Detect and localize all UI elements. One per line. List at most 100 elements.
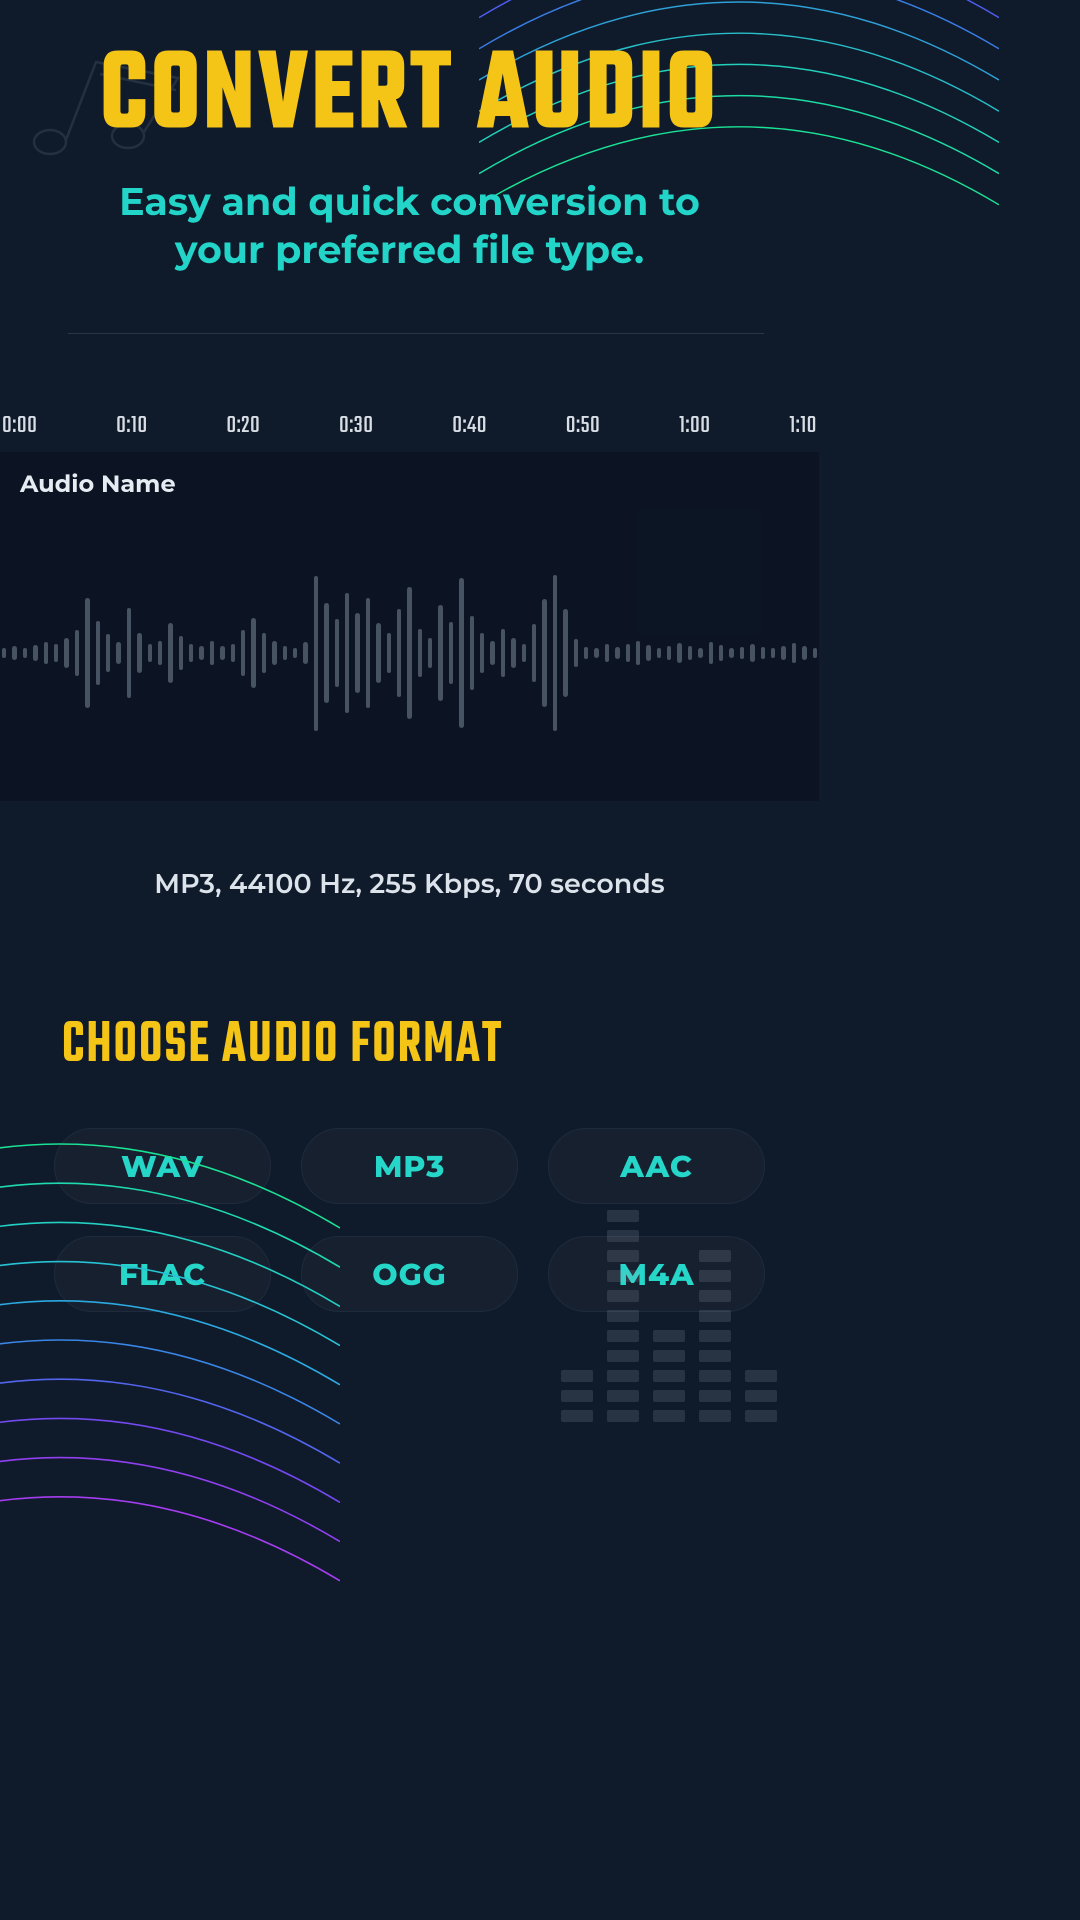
format-label: OGG bbox=[372, 1256, 447, 1293]
waveform-bar bbox=[740, 647, 744, 659]
timeline-tick: 0:00 bbox=[2, 408, 37, 440]
page-subtitle: Easy and quick conversion to your prefer… bbox=[90, 178, 730, 273]
waveform-bar bbox=[106, 634, 110, 672]
format-label: MP3 bbox=[374, 1148, 445, 1185]
waveform-bar bbox=[407, 587, 411, 719]
waveform-bar bbox=[2, 648, 6, 658]
waveform-bar bbox=[501, 629, 505, 677]
waveform-bar bbox=[553, 575, 557, 731]
timeline-tick: 0:40 bbox=[452, 408, 487, 440]
waveform-bar bbox=[189, 644, 193, 662]
waveform-bar bbox=[792, 643, 796, 663]
waveform-bar bbox=[480, 633, 484, 673]
format-option-aac[interactable]: AAC bbox=[548, 1128, 765, 1204]
divider bbox=[68, 333, 764, 334]
waveform-bar bbox=[677, 643, 681, 663]
format-option-wav[interactable]: WAV bbox=[54, 1128, 271, 1204]
waveform-bar bbox=[438, 605, 442, 701]
waveform-bar bbox=[646, 645, 650, 661]
waveform-bar bbox=[116, 642, 120, 664]
waveform-bar bbox=[511, 638, 515, 668]
waveform-bar bbox=[397, 609, 401, 697]
waveform-bar bbox=[761, 647, 765, 659]
waveform-bar bbox=[220, 646, 224, 660]
waveform-bar bbox=[667, 646, 671, 660]
waveform-bar bbox=[532, 624, 536, 682]
waveform-bar bbox=[594, 648, 598, 658]
waveform-bar bbox=[574, 639, 578, 667]
waveform-bar bbox=[283, 646, 287, 660]
waveform-bar bbox=[387, 633, 391, 673]
timeline-tick: 0:10 bbox=[116, 408, 148, 440]
equalizer-decoration bbox=[561, 1210, 777, 1422]
waveform-bar bbox=[626, 644, 630, 662]
waveform-bar bbox=[522, 644, 526, 662]
waveform-bar bbox=[75, 630, 79, 676]
waveform-bar bbox=[729, 648, 733, 658]
waveform-bar bbox=[96, 621, 100, 685]
page-title: CONVERT AUDIO bbox=[100, 45, 719, 153]
waveform-bar bbox=[137, 633, 141, 673]
audio-meta-text: MP3, 44100 Hz, 255 Kbps, 70 seconds bbox=[0, 867, 819, 900]
format-label: FLAC bbox=[119, 1256, 206, 1293]
waveform-bar bbox=[241, 630, 245, 676]
waveform-bar bbox=[605, 644, 609, 662]
waveform-bar bbox=[449, 622, 453, 684]
waveform-bar bbox=[12, 646, 16, 660]
waveform-bar bbox=[23, 648, 27, 658]
waveform-bar bbox=[584, 647, 588, 659]
waveform-bar bbox=[158, 641, 162, 665]
waveform-bar bbox=[563, 609, 567, 697]
waveform-bar bbox=[179, 636, 183, 670]
waveform-bar bbox=[615, 647, 619, 659]
waveform-bar bbox=[355, 613, 359, 693]
waveform-bar bbox=[64, 638, 68, 668]
format-section-heading: CHOOSE AUDIO FORMAT bbox=[62, 1001, 819, 1091]
waveform-bar bbox=[314, 576, 318, 731]
waveform-bar bbox=[33, 645, 37, 661]
waveform-bar bbox=[210, 641, 214, 665]
timeline-tick: 0:20 bbox=[226, 408, 260, 440]
waveform-bar bbox=[688, 646, 692, 660]
waveform-bar bbox=[44, 642, 48, 664]
waveform-bar bbox=[636, 641, 640, 665]
waveform[interactable] bbox=[0, 543, 819, 763]
waveform-bar bbox=[366, 598, 370, 708]
waveform-bar bbox=[418, 629, 422, 677]
waveform-bar bbox=[470, 616, 474, 690]
waveform-bar bbox=[127, 608, 131, 698]
timeline-ruler[interactable]: 0:00 0:10 0:20 0:30 0:40 0:50 1:00 1:10 bbox=[0, 408, 819, 440]
timeline-tick: 1:00 bbox=[679, 408, 711, 440]
waveform-bar bbox=[459, 578, 463, 728]
waveform-bar bbox=[148, 644, 152, 662]
waveform-bar bbox=[335, 619, 339, 687]
waveform-bar bbox=[698, 648, 702, 658]
waveform-bar bbox=[802, 646, 806, 660]
waveform-bar bbox=[657, 648, 661, 658]
waveform-bar bbox=[293, 648, 297, 658]
waveform-bar bbox=[709, 642, 713, 664]
waveform-bar bbox=[199, 646, 203, 660]
waveform-bar bbox=[542, 599, 546, 707]
audio-track-card: Audio Name bbox=[0, 452, 819, 801]
audio-name-label: Audio Name bbox=[20, 470, 819, 499]
waveform-bar bbox=[345, 593, 349, 713]
format-option-mp3[interactable]: MP3 bbox=[301, 1128, 518, 1204]
timeline-tick: 0:30 bbox=[339, 408, 374, 440]
timeline-tick: 0:50 bbox=[566, 408, 601, 440]
format-option-flac[interactable]: FLAC bbox=[54, 1236, 271, 1312]
waveform-bar bbox=[719, 645, 723, 661]
waveform-bar bbox=[251, 618, 255, 688]
waveform-bar bbox=[490, 641, 494, 665]
waveform-bar bbox=[85, 598, 89, 708]
waveform-bar bbox=[54, 644, 58, 662]
timeline-tick: 1:10 bbox=[789, 408, 817, 440]
waveform-bar bbox=[231, 644, 235, 662]
waveform-bar bbox=[303, 642, 307, 664]
format-label: AAC bbox=[620, 1148, 693, 1185]
waveform-bar bbox=[813, 648, 817, 658]
waveform-bar bbox=[272, 641, 276, 665]
waveform-bar bbox=[168, 623, 172, 683]
waveform-bar bbox=[750, 644, 754, 662]
format-option-ogg[interactable]: OGG bbox=[301, 1236, 518, 1312]
